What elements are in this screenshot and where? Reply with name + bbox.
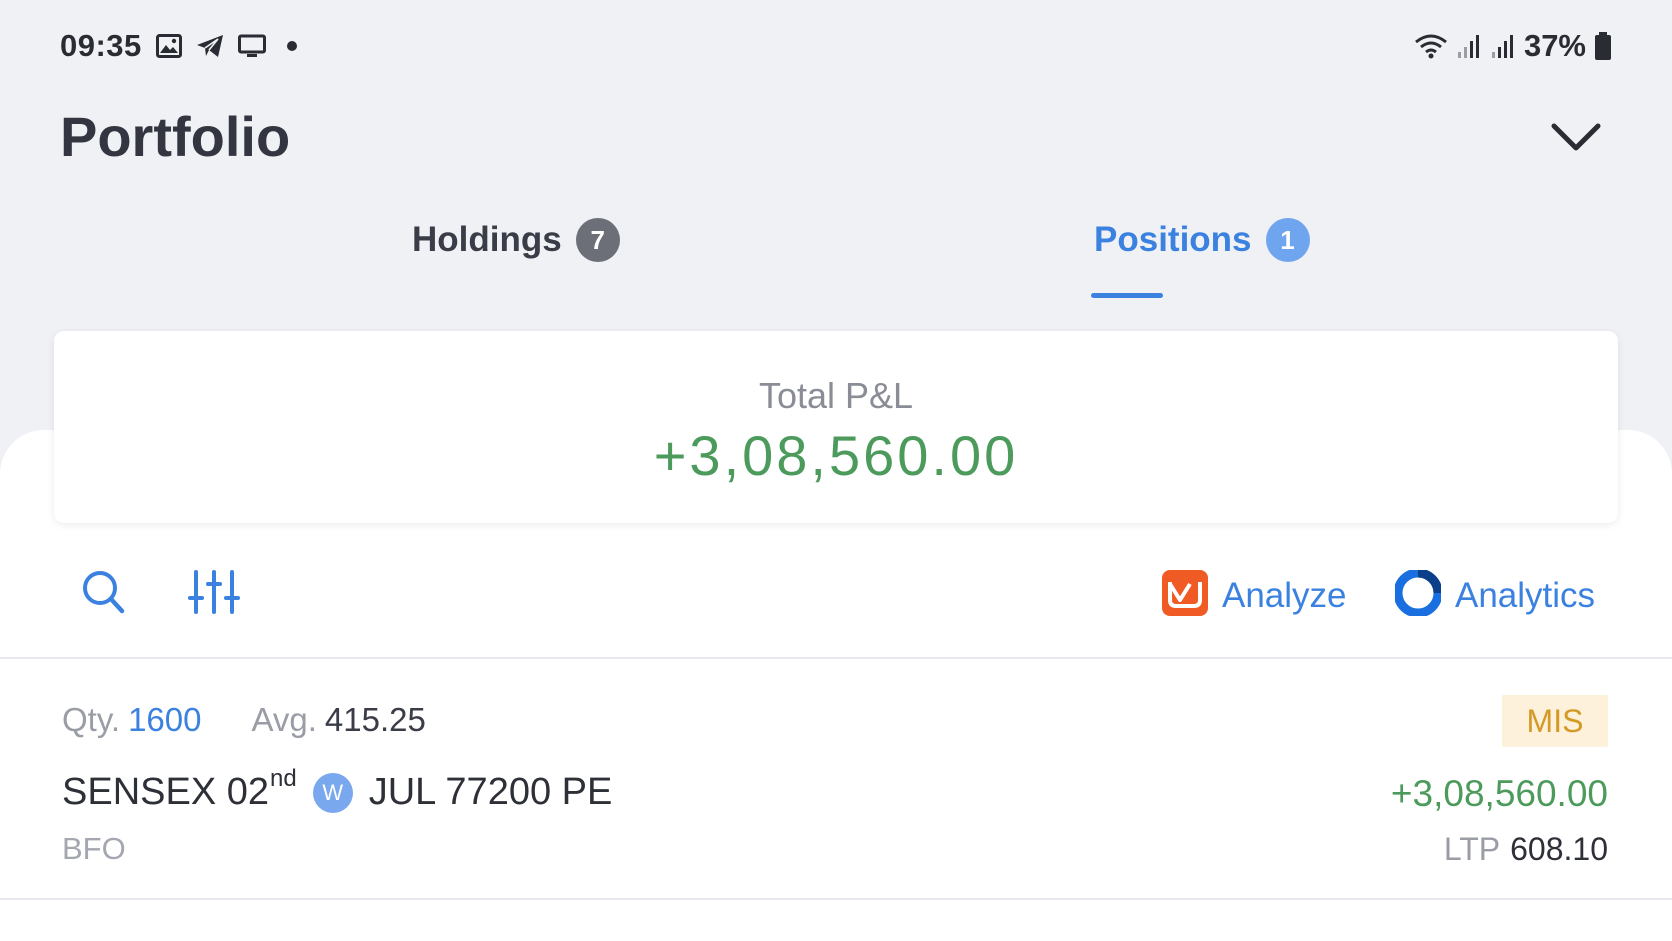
position-row[interactable]: Qty. 1600 Avg. 415.25 MIS SENSEX 02nd W JUL 7… — [0, 659, 1672, 898]
analytics-button[interactable]: Analytics — [1393, 568, 1596, 621]
total-pnl-card: Total P&L +3,08,560.00 — [54, 331, 1618, 523]
status-bar-right: 37% — [1414, 28, 1612, 64]
page-title: Portfolio — [60, 105, 291, 168]
telegram-icon — [196, 34, 224, 58]
search-icon[interactable] — [80, 568, 126, 621]
analyze-button[interactable]: Analyze — [1162, 570, 1347, 621]
status-bar: 09:35 37% — [60, 28, 1612, 72]
weekly-expiry-badge: W — [312, 772, 353, 813]
analytics-label: Analytics — [1455, 575, 1596, 615]
instrument-name: SENSEX 02nd W JUL 77200 PE — [62, 765, 613, 814]
instrument-prefix: SENSEX 02 — [62, 771, 269, 813]
active-tab-indicator — [1091, 293, 1163, 298]
analyze-label: Analyze — [1222, 575, 1347, 615]
qty-label: Qty. — [62, 701, 121, 738]
signal-icon — [1490, 32, 1516, 60]
instrument-rest: JUL 77200 PE — [368, 771, 613, 813]
gallery-icon — [155, 34, 182, 58]
ltp-label: LTP — [1443, 831, 1501, 867]
monitor-icon — [237, 34, 266, 58]
signal-icon — [1456, 32, 1482, 60]
qty-avg-line: Qty. 1600 Avg. 415.25 — [62, 701, 426, 739]
wifi-icon — [1414, 32, 1448, 60]
position-pnl: +3,08,560.00 — [1390, 773, 1608, 814]
product-type-badge: MIS — [1502, 695, 1608, 747]
analyze-logo-icon — [1162, 570, 1208, 621]
tab-positions[interactable]: Positions 1 — [1094, 218, 1310, 262]
tab-holdings[interactable]: Holdings 7 — [412, 218, 620, 262]
battery-icon — [1594, 31, 1612, 61]
tab-positions-label: Positions — [1094, 220, 1252, 259]
total-pnl-value: +3,08,560.00 — [653, 424, 1019, 487]
tab-holdings-label: Holdings — [412, 220, 562, 259]
status-bar-left: 09:35 — [60, 28, 304, 64]
avg-label: Avg. — [251, 701, 317, 738]
total-pnl-label: Total P&L — [758, 375, 914, 416]
exchange-label: BFO — [62, 831, 126, 866]
ltp-line: LTP 608.10 — [1444, 831, 1608, 868]
dot-icon — [280, 34, 304, 58]
positions-count-badge: 1 — [1265, 218, 1310, 262]
status-time: 09:35 — [60, 28, 142, 63]
holdings-count-badge: 7 — [575, 218, 620, 262]
avg-value: 415.25 — [324, 701, 426, 738]
qty-value: 1600 — [128, 701, 202, 738]
battery-percent: 37% — [1523, 28, 1586, 63]
divider — [0, 898, 1672, 900]
filter-sliders-icon[interactable] — [188, 568, 240, 621]
ltp-value: 608.10 — [1510, 831, 1608, 867]
analytics-logo-icon — [1393, 568, 1443, 621]
chevron-down-icon[interactable] — [1548, 118, 1604, 158]
instrument-date-suffix: nd — [270, 764, 297, 792]
